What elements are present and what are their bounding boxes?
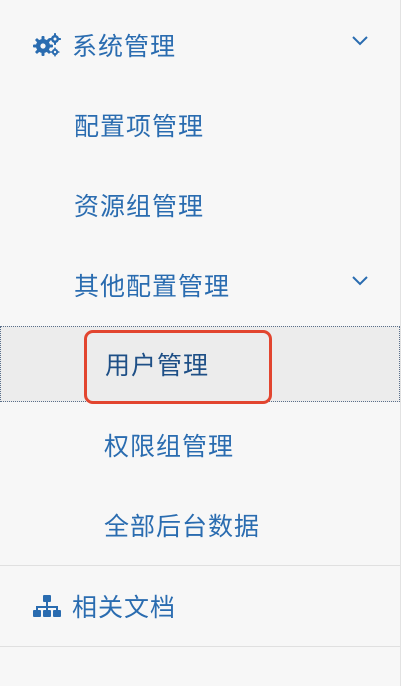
chevron-down-icon[interactable] xyxy=(350,274,370,288)
menu-item-docs-label: 相关文档 xyxy=(72,594,177,622)
menu-item-resource-group[interactable]: 资源组管理 xyxy=(0,165,400,245)
menu-divider xyxy=(0,646,400,647)
sidebar-menu: 系统管理 配置项管理 资源组管理 其他配置管理 用户管理 权限组管理 全部后台数… xyxy=(0,0,401,686)
menu-item-permission-group[interactable]: 权限组管理 xyxy=(0,405,400,485)
menu-item-user-management-label: 用户管理 xyxy=(105,352,210,380)
menu-item-docs[interactable]: 相关文档 xyxy=(0,566,400,646)
menu-item-other-config-label: 其他配置管理 xyxy=(74,273,231,301)
menu-item-resource-group-label: 资源组管理 xyxy=(74,193,205,221)
menu-item-all-backend-data[interactable]: 全部后台数据 xyxy=(0,485,400,565)
menu-item-other-config[interactable]: 其他配置管理 xyxy=(0,245,400,325)
menu-item-all-backend-data-label: 全部后台数据 xyxy=(104,513,261,541)
menu-item-user-management[interactable]: 用户管理 xyxy=(0,326,400,402)
menu-item-system-label: 系统管理 xyxy=(72,33,177,61)
menu-item-system[interactable]: 系统管理 xyxy=(0,5,400,85)
menu-item-config[interactable]: 配置项管理 xyxy=(0,85,400,165)
gears-icon xyxy=(33,33,61,57)
chevron-down-icon[interactable] xyxy=(350,34,370,48)
sitemap-icon xyxy=(33,595,61,617)
menu-item-config-label: 配置项管理 xyxy=(74,113,205,141)
menu-item-permission-group-label: 权限组管理 xyxy=(104,433,235,461)
